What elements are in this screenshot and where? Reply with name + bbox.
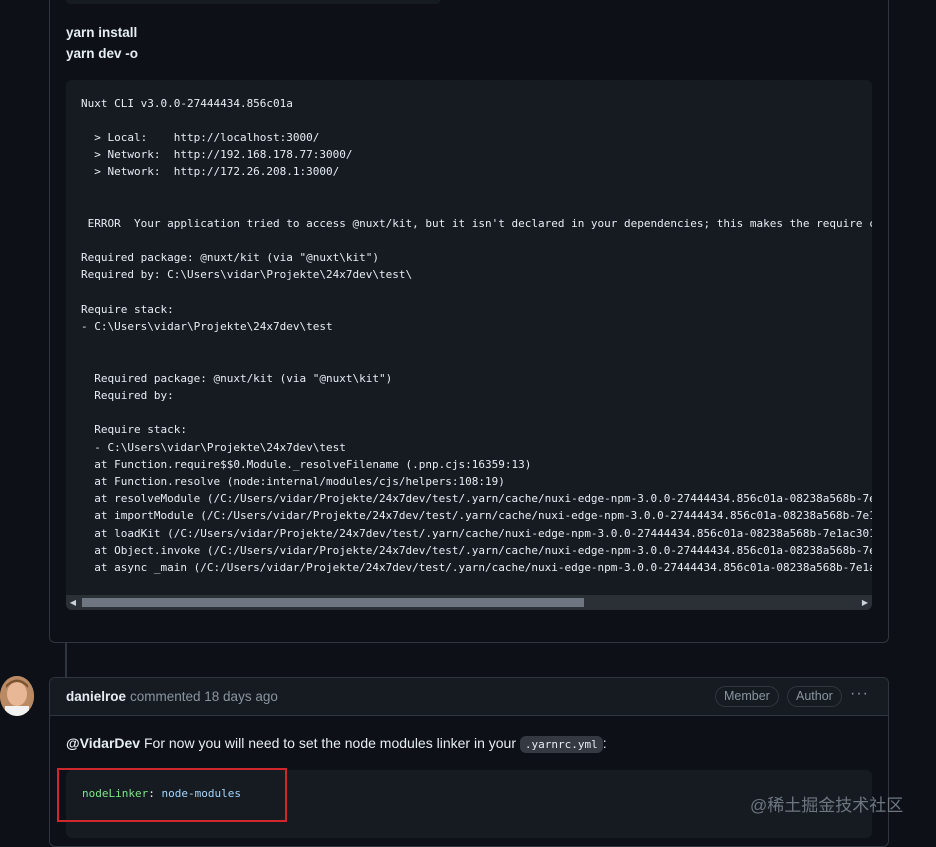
timeline-line [65,642,67,678]
code-line: Required package: @nuxt/kit (via "@nuxt\… [81,251,380,264]
code-line: at Function.require$$0.Module._resolveFi… [81,458,532,471]
code-line: at Function.resolve (node:internal/modul… [81,475,505,488]
code-line: Require stack: [81,303,174,316]
member-badge: Member [715,686,779,707]
code-line: at importModule (/C:/Users/vidar/Projekt… [81,509,872,522]
code-line: at Object.invoke (/C:/Users/vidar/Projek… [81,544,872,557]
scroll-left-icon[interactable]: ◀ [66,595,80,610]
code-line: at resolveModule (/C:/Users/vidar/Projek… [81,492,872,505]
author-badge: Author [787,686,842,707]
previous-code-block-tail [65,0,441,4]
user-mention[interactable]: @VidarDev [66,735,140,751]
code-line: Require stack: [81,423,187,436]
code-line: > Local: http://localhost:3000/ [81,131,320,144]
comment-text-end: : [602,735,607,751]
terminal-output-code-block[interactable]: Nuxt CLI v3.0.0-27444434.856c01a > Local… [66,80,872,610]
comment-body: @VidarDev For now you will need to set t… [66,735,607,753]
author-link[interactable]: danielroe [66,689,126,704]
code-line: - C:\Users\vidar\Projekte\24x7dev\test [81,320,333,333]
code-line: at async _main (/C:/Users/vidar/Projekte… [81,561,872,574]
comment-timestamp[interactable]: commented 18 days ago [130,689,278,704]
avatar[interactable] [0,676,34,716]
code-line: Required by: C:\Users\vidar\Projekte\24x… [81,268,413,281]
code-line: Required by: [81,389,174,402]
code-line: Nuxt CLI v3.0.0-27444434.856c01a [81,97,293,110]
scroll-right-icon[interactable]: ▶ [858,595,872,610]
command-line: yarn install [66,25,138,40]
code-line: Required package: @nuxt/kit (via "@nuxt\… [81,372,393,385]
code-line: ERROR Your application tried to access @… [81,217,872,230]
red-highlight-box [57,768,287,822]
command-line: yarn dev -o [66,46,139,61]
horizontal-scrollbar[interactable]: ◀ ▶ [66,595,872,610]
comment-header: danielroe commented 18 days ago Member A… [50,678,888,716]
code-line: at loadKit (/C:/Users/vidar/Projekte/24x… [81,527,872,540]
comment-text: For now you will need to set the node mo… [140,735,520,751]
code-line: - C:\Users\vidar\Projekte\24x7dev\test [81,441,346,454]
scrollbar-thumb[interactable] [82,598,584,607]
code-line: > Network: http://172.26.208.1:3000/ [81,165,340,178]
inline-code: .yarnrc.yml [519,736,603,753]
kebab-horizontal-icon[interactable]: ··· [850,685,869,703]
code-line: > Network: http://192.168.178.77:3000/ [81,148,353,161]
watermark: @稀土掘金技术社区 [750,796,904,815]
